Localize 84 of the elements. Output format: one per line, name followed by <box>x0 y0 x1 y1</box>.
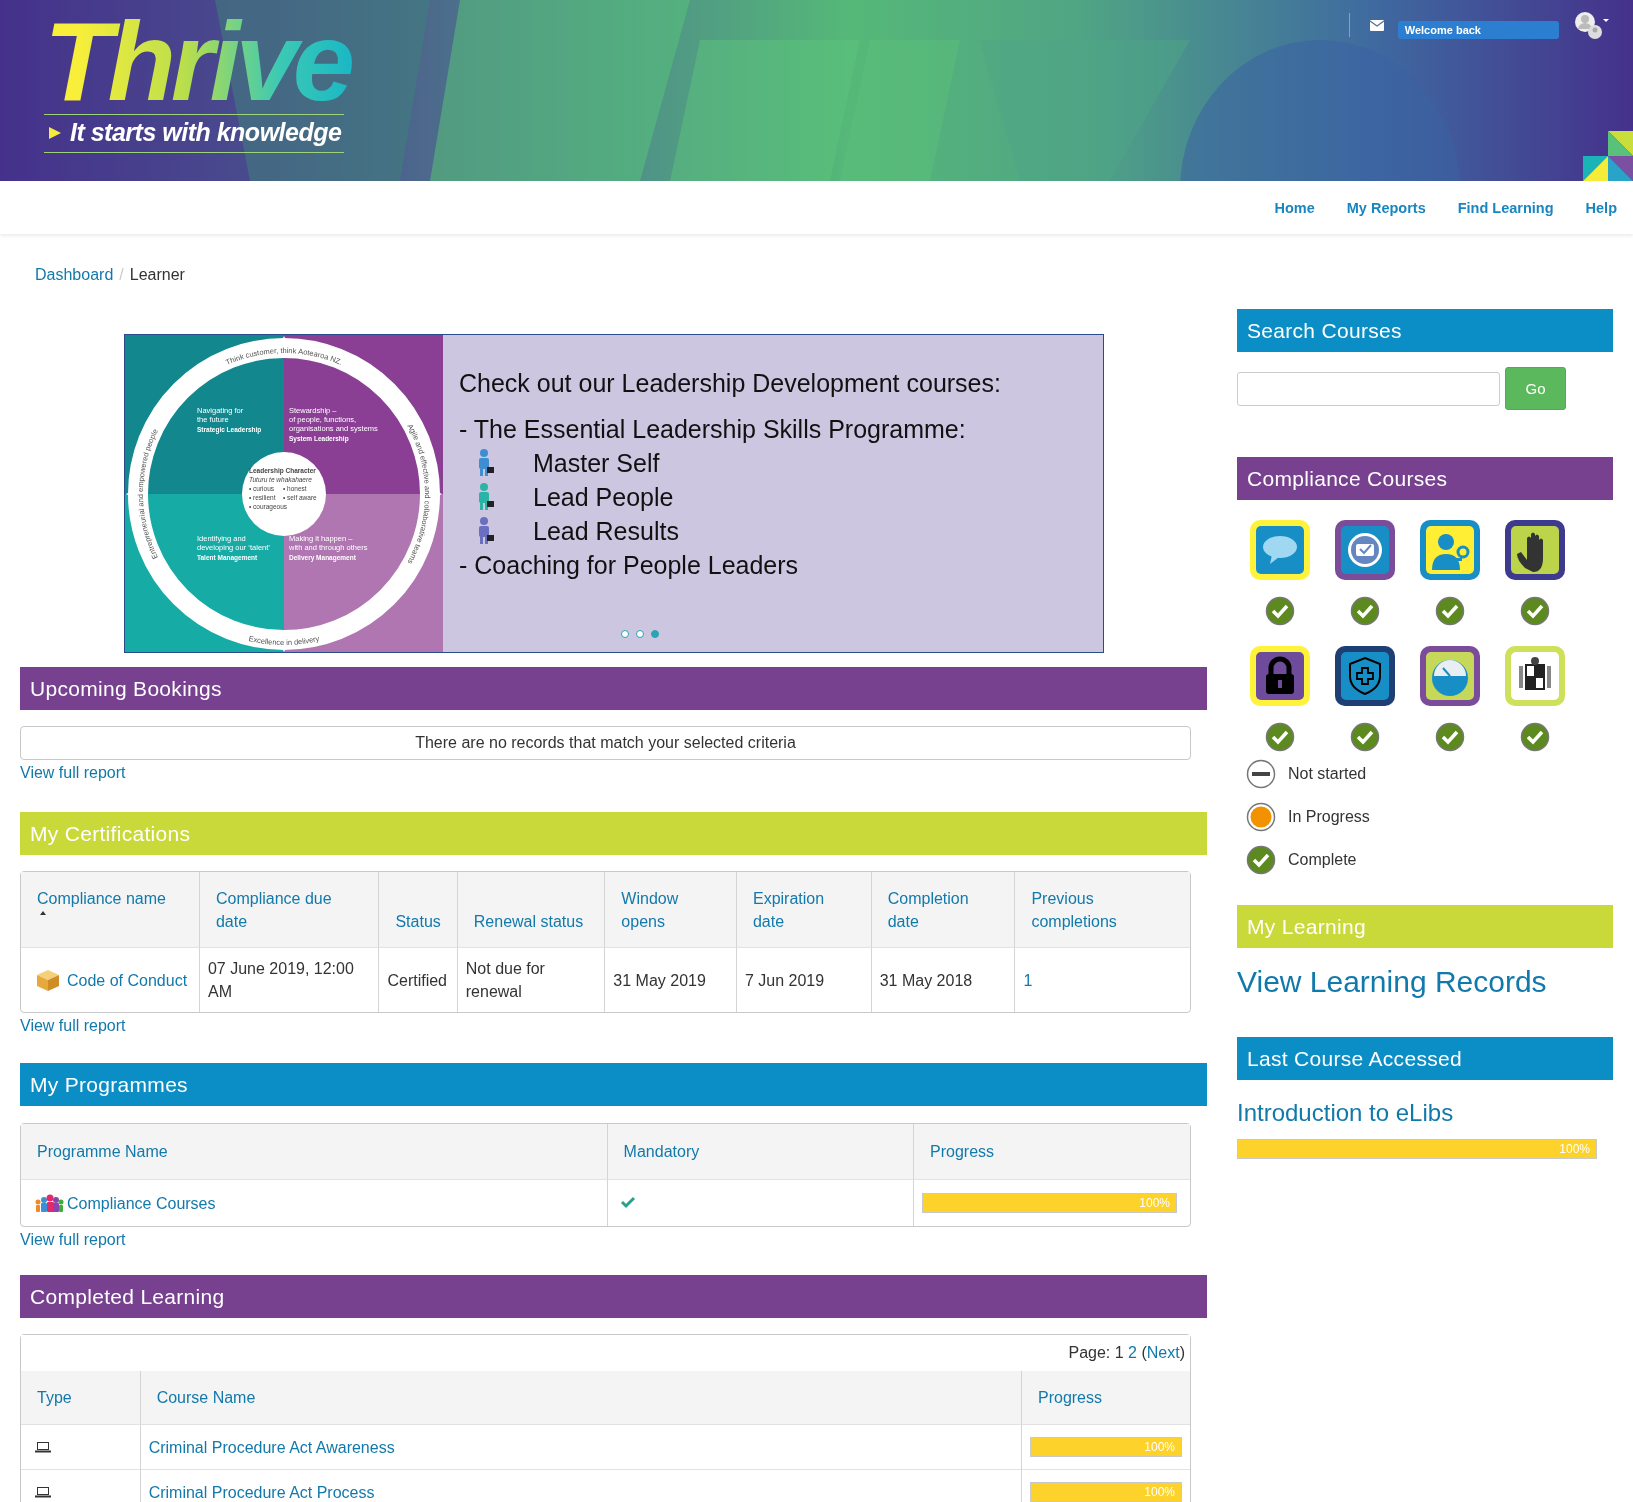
column-header: Programme Name <box>21 1124 607 1179</box>
progress-label: 100% <box>1144 1483 1176 1501</box>
course-link[interactable]: Introduction to eLibs <box>1237 1099 1613 1127</box>
speech-bubble-icon[interactable] <box>1250 520 1310 580</box>
section-header: My Certifications <box>20 812 1207 855</box>
view-report-link[interactable]: View full report <box>20 1017 126 1035</box>
triangles-icon <box>1583 131 1633 181</box>
column-header: Progress <box>1021 1371 1190 1424</box>
box-icon <box>35 968 61 992</box>
table-cell: 31 May 2018 <box>870 947 1015 1012</box>
empty-message: There are no records that match your selected criteria <box>20 726 1191 760</box>
learning-records-link[interactable]: View Learning Records <box>1237 965 1613 999</box>
course-link[interactable]: Criminal Procedure Act Process <box>148 1483 375 1501</box>
user-avatar-icon[interactable] <box>1573 10 1611 40</box>
tagline: It starts with knowledge <box>70 118 342 147</box>
crest-icon[interactable] <box>1505 646 1565 706</box>
not-started-icon <box>1246 758 1276 789</box>
in-progress-icon <box>1246 801 1276 832</box>
legend-label: Not started <box>1288 764 1367 783</box>
section-header: Search Courses <box>1237 309 1613 352</box>
section-header: Upcoming Bookings <box>20 667 1207 710</box>
breadcrumb-current: Learner <box>129 266 185 284</box>
slide-heading: Check out our Leadership Development courses: <box>459 369 1001 398</box>
legend-label: Complete <box>1288 850 1357 869</box>
section-header: My Learning <box>1237 905 1613 948</box>
gauge-icon[interactable] <box>1420 646 1480 706</box>
hand-icon[interactable] <box>1505 520 1565 580</box>
slide-text: - The Essential Leadership Skills Programme: <box>459 413 967 445</box>
carousel-dot[interactable] <box>636 630 644 638</box>
section-header: Last Course Accessed <box>1237 1037 1613 1080</box>
progress-label: 100% <box>1139 1194 1171 1212</box>
search-field[interactable] <box>1237 371 1500 406</box>
table-cell: 07 June 2019, 12:00 AM <box>198 947 379 1012</box>
section-header: My Programmes <box>20 1063 1207 1106</box>
next-link[interactable]: Next <box>1146 1344 1180 1361</box>
nav-link[interactable]: Home <box>1274 199 1315 216</box>
people-icon <box>33 1193 65 1213</box>
bracket: ) <box>1179 1344 1185 1361</box>
laptop-icon <box>35 1440 51 1453</box>
column-header[interactable]: Status <box>395 910 441 933</box>
nav-link[interactable]: Find Learning <box>1457 199 1554 216</box>
nav-link[interactable]: My Reports <box>1346 199 1426 216</box>
breadcrumb-separator: / <box>119 266 124 284</box>
slide-text: - Coaching for People Leaders <box>459 549 800 581</box>
carousel-dot[interactable] <box>621 630 629 638</box>
play-icon <box>48 125 62 140</box>
view-report-link[interactable]: View full report <box>20 1231 126 1249</box>
lock-icon[interactable] <box>1250 646 1310 706</box>
table-cell: Certified <box>378 947 457 1012</box>
completions-link[interactable]: 1 <box>1023 971 1033 989</box>
breadcrumb-link[interactable]: Dashboard <box>35 266 114 284</box>
table-cell: Not due for renewal <box>456 947 605 1012</box>
programme-link[interactable]: Compliance Courses <box>67 1191 216 1215</box>
laptop-icon <box>35 1485 51 1498</box>
column-header: Type <box>21 1371 140 1424</box>
book-icon[interactable] <box>1335 520 1395 580</box>
shield-icon[interactable] <box>1335 646 1395 706</box>
slide-text: Lead Results <box>533 516 679 546</box>
progress-label: 100% <box>1144 1438 1176 1456</box>
go-button[interactable]: Go <box>1505 367 1566 410</box>
progress-label: 100% <box>1559 1142 1591 1156</box>
slide-text: Master Self <box>533 448 660 478</box>
section-header: Completed Learning <box>20 1275 1207 1318</box>
bracket: ( <box>1141 1344 1147 1361</box>
column-header: Progress <box>913 1124 1190 1179</box>
column-header: Mandatory <box>606 1124 913 1179</box>
page-number: 1 <box>1114 1344 1124 1361</box>
column-header: Course Name <box>139 1371 1021 1424</box>
table-cell: 7 Jun 2019 <box>735 947 871 1012</box>
legend-label: In Progress <box>1288 807 1370 826</box>
course-link[interactable]: Code of Conduct <box>67 968 188 992</box>
page-link[interactable]: 2 <box>1128 1344 1137 1361</box>
nav-link[interactable]: Help <box>1585 199 1617 216</box>
carousel-dot[interactable] <box>651 630 659 638</box>
check-icon <box>1246 844 1276 875</box>
mail-icon[interactable] <box>1369 19 1384 31</box>
welcome-badge: Welcome back <box>1397 21 1559 39</box>
section-header: Compliance Courses <box>1237 457 1613 500</box>
course-link[interactable]: Criminal Procedure Act Awareness <box>148 1438 395 1456</box>
table-cell: 31 May 2019 <box>604 947 736 1012</box>
view-report-link[interactable]: View full report <box>20 764 126 782</box>
person-key-icon[interactable] <box>1420 520 1480 580</box>
pager-label: Page: <box>1068 1344 1111 1361</box>
slide-text: Lead People <box>533 482 674 512</box>
